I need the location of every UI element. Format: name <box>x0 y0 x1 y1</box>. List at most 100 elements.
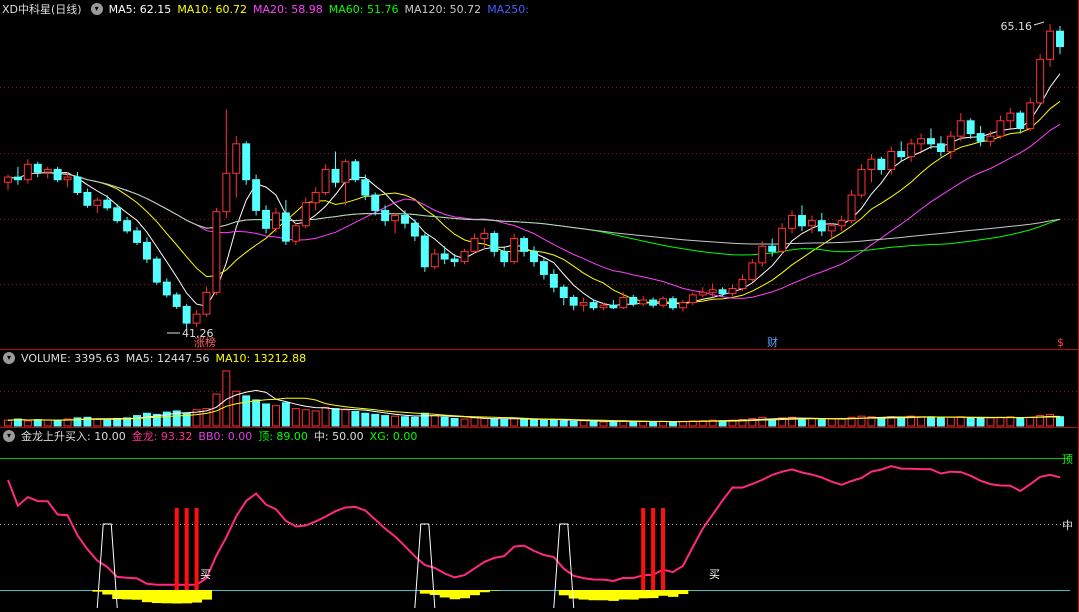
candle[interactable] <box>579 297 588 312</box>
candle[interactable] <box>877 156 886 175</box>
candle[interactable] <box>668 296 677 311</box>
candle[interactable] <box>817 212 826 237</box>
stock-chart[interactable]: 65.16 41.26 涨榜 财 $ 顶 中 买 买 <box>0 0 1079 612</box>
candle[interactable] <box>619 292 628 310</box>
candle[interactable] <box>678 300 687 312</box>
candle[interactable] <box>371 192 380 216</box>
candle[interactable] <box>291 223 300 245</box>
event-marker-limitup[interactable]: 涨榜 <box>194 335 216 349</box>
candle[interactable] <box>966 118 975 139</box>
candle[interactable] <box>480 228 489 249</box>
candle[interactable] <box>341 159 350 206</box>
candle[interactable] <box>778 223 787 254</box>
candle[interactable] <box>470 233 479 254</box>
candle[interactable] <box>262 205 271 234</box>
candle[interactable] <box>1006 107 1015 129</box>
candle[interactable] <box>768 238 777 257</box>
candle[interactable] <box>510 233 519 265</box>
candle[interactable] <box>649 297 658 308</box>
candle[interactable] <box>520 236 529 257</box>
collapse-icon[interactable]: ▾ <box>90 3 103 15</box>
candle[interactable] <box>430 248 439 270</box>
candle[interactable] <box>500 246 509 267</box>
collapse-icon[interactable]: ▾ <box>3 352 15 364</box>
candle[interactable] <box>331 151 340 188</box>
candle[interactable] <box>738 274 747 292</box>
candle[interactable] <box>13 166 22 185</box>
event-marker-dollar[interactable]: $ <box>1057 336 1064 349</box>
candle[interactable] <box>321 164 330 196</box>
candle[interactable] <box>33 161 42 178</box>
candle[interactable] <box>212 207 221 295</box>
event-marker-finance[interactable]: 财 <box>767 335 778 349</box>
candle[interactable] <box>192 310 201 327</box>
candle[interactable] <box>440 246 449 265</box>
candle[interactable] <box>281 200 290 245</box>
candle[interactable] <box>887 146 896 175</box>
candle[interactable] <box>788 210 797 234</box>
candle[interactable] <box>728 284 737 297</box>
candle[interactable] <box>996 115 1005 139</box>
candle[interactable] <box>351 159 360 183</box>
candle[interactable] <box>956 113 965 142</box>
candle[interactable] <box>589 300 598 311</box>
candle[interactable] <box>162 278 171 298</box>
candle[interactable] <box>907 138 916 162</box>
candle[interactable] <box>93 197 102 213</box>
candle[interactable] <box>559 284 568 306</box>
candle[interactable] <box>539 257 548 280</box>
candle[interactable] <box>569 294 578 311</box>
candle[interactable] <box>718 287 727 297</box>
candle[interactable] <box>927 128 935 149</box>
candle[interactable] <box>688 292 697 306</box>
candle[interactable] <box>639 296 648 307</box>
candle[interactable] <box>222 109 231 219</box>
candle[interactable] <box>1056 26 1064 55</box>
candle[interactable] <box>490 230 499 257</box>
candle[interactable] <box>917 133 926 152</box>
candle[interactable] <box>1036 54 1045 106</box>
candle[interactable] <box>83 188 92 208</box>
candle[interactable] <box>936 136 945 157</box>
candle[interactable] <box>549 269 558 293</box>
candle[interactable] <box>460 248 469 265</box>
candle[interactable] <box>1016 110 1025 134</box>
candle[interactable] <box>4 174 12 190</box>
candle[interactable] <box>410 219 419 242</box>
candle[interactable] <box>252 174 261 216</box>
candle[interactable] <box>976 125 985 147</box>
candle[interactable] <box>698 287 707 298</box>
candle[interactable] <box>103 195 112 211</box>
candle[interactable] <box>232 136 241 198</box>
candle[interactable] <box>202 287 211 317</box>
candle[interactable] <box>807 215 816 234</box>
candle[interactable] <box>1026 97 1035 132</box>
candle[interactable] <box>847 189 856 224</box>
candle[interactable] <box>53 166 62 183</box>
candle[interactable] <box>401 210 409 229</box>
candle[interactable] <box>837 215 846 231</box>
candle[interactable] <box>748 259 757 283</box>
candle[interactable] <box>242 141 251 185</box>
candle[interactable] <box>530 246 538 267</box>
collapse-icon[interactable]: ▾ <box>3 430 15 442</box>
candle[interactable] <box>857 164 866 198</box>
candle[interactable] <box>152 256 161 285</box>
candle[interactable] <box>659 296 667 308</box>
candle[interactable] <box>827 223 836 239</box>
candle[interactable] <box>609 300 618 310</box>
candle[interactable] <box>797 205 806 231</box>
candle[interactable] <box>758 241 767 267</box>
candle[interactable] <box>133 227 141 245</box>
candle[interactable] <box>867 154 876 183</box>
candle[interactable] <box>23 159 32 184</box>
candle[interactable] <box>420 233 429 272</box>
candle[interactable] <box>1046 24 1055 68</box>
candle[interactable] <box>946 131 955 160</box>
candle[interactable] <box>391 212 400 234</box>
candle[interactable] <box>271 207 280 233</box>
candle[interactable] <box>897 141 906 162</box>
candle[interactable] <box>311 187 320 211</box>
candle[interactable] <box>172 292 181 310</box>
candle[interactable] <box>142 237 151 263</box>
